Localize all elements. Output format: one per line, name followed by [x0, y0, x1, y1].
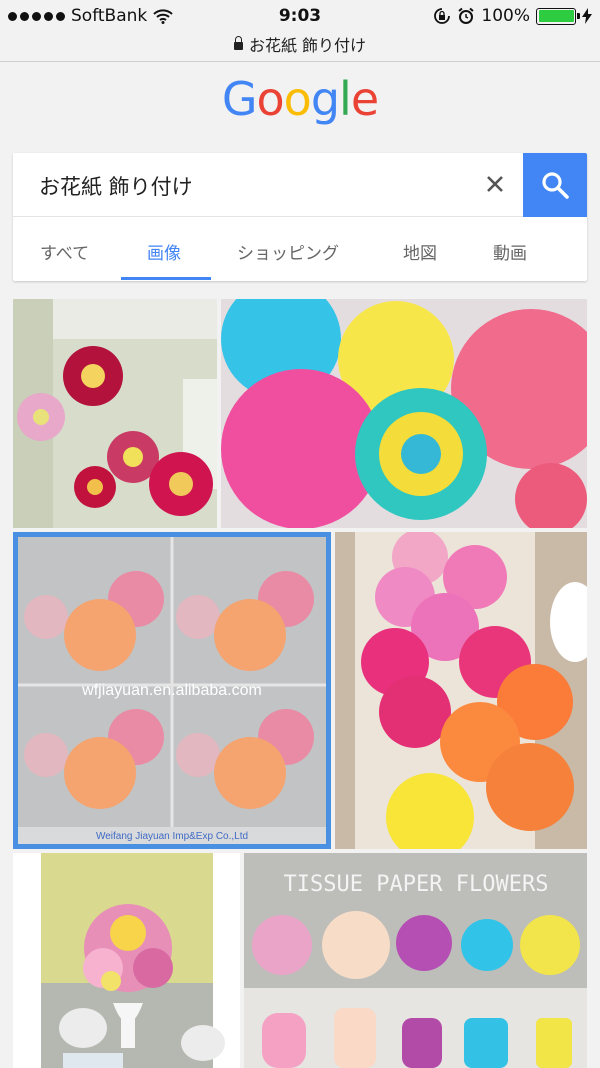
- result-thumbnail: [13, 299, 217, 528]
- search-icon: [542, 172, 569, 199]
- result-thumbnail: wfjiayuan.en.alibaba.com Weifang Jiayuan…: [18, 537, 326, 844]
- rotation-lock-icon: [434, 8, 451, 24]
- logo-letter: o: [256, 72, 285, 126]
- tab-maps[interactable]: 地図: [403, 239, 437, 264]
- status-bar: SoftBank 9:03 100%: [0, 0, 600, 34]
- image-result[interactable]: [13, 299, 217, 528]
- search-tabs: すべて 画像 ショッピング 地図 動画: [13, 217, 587, 281]
- logo-letter: o: [283, 72, 312, 126]
- search-button[interactable]: [523, 153, 587, 217]
- result-thumbnail: [221, 299, 587, 528]
- logo-letter: l: [339, 72, 352, 126]
- close-icon: [487, 176, 503, 192]
- watermark-footer: Weifang Jiayuan Imp&Exp Co.,Ltd: [96, 831, 248, 842]
- logo-letter: g: [310, 72, 340, 126]
- watermark-text: wfjiayuan.en.alibaba.com: [81, 682, 262, 699]
- search-card: お花紙 飾り付け すべて 画像 ショッピング 地図 動画: [13, 153, 587, 281]
- image-result[interactable]: [335, 532, 587, 849]
- alarm-icon: [458, 7, 475, 24]
- address-text: お花紙 飾り付け: [248, 36, 367, 55]
- logo-letter: G: [221, 72, 258, 126]
- tab-all[interactable]: すべて: [40, 239, 89, 264]
- clear-search-button[interactable]: [479, 168, 511, 200]
- search-box: お花紙 飾り付け: [13, 153, 587, 217]
- address-bar[interactable]: お花紙 飾り付け: [0, 32, 600, 62]
- tab-images[interactable]: 画像: [147, 239, 181, 264]
- tab-shopping[interactable]: ショッピング: [237, 239, 339, 264]
- search-input[interactable]: お花紙 飾り付け: [39, 171, 193, 201]
- image-result[interactable]: TISSUE PAPER FLOWERS: [244, 853, 587, 1068]
- lock-icon: [233, 36, 243, 50]
- google-logo[interactable]: Google: [0, 72, 600, 126]
- image-result[interactable]: [13, 853, 240, 1068]
- result-thumbnail: [13, 853, 240, 1068]
- image-result[interactable]: [221, 299, 587, 528]
- result-thumbnail: TISSUE PAPER FLOWERS: [244, 853, 587, 1068]
- battery-percent: 100%: [481, 6, 530, 26]
- image-title-text: TISSUE PAPER FLOWERS: [284, 872, 549, 897]
- active-tab-indicator: [121, 277, 211, 280]
- logo-letter: e: [350, 72, 379, 126]
- image-result[interactable]: wfjiayuan.en.alibaba.com Weifang Jiayuan…: [13, 532, 331, 849]
- tab-videos[interactable]: 動画: [493, 239, 527, 264]
- charging-bolt-icon: [582, 8, 592, 24]
- result-thumbnail: [335, 532, 587, 849]
- battery-icon: [536, 7, 580, 25]
